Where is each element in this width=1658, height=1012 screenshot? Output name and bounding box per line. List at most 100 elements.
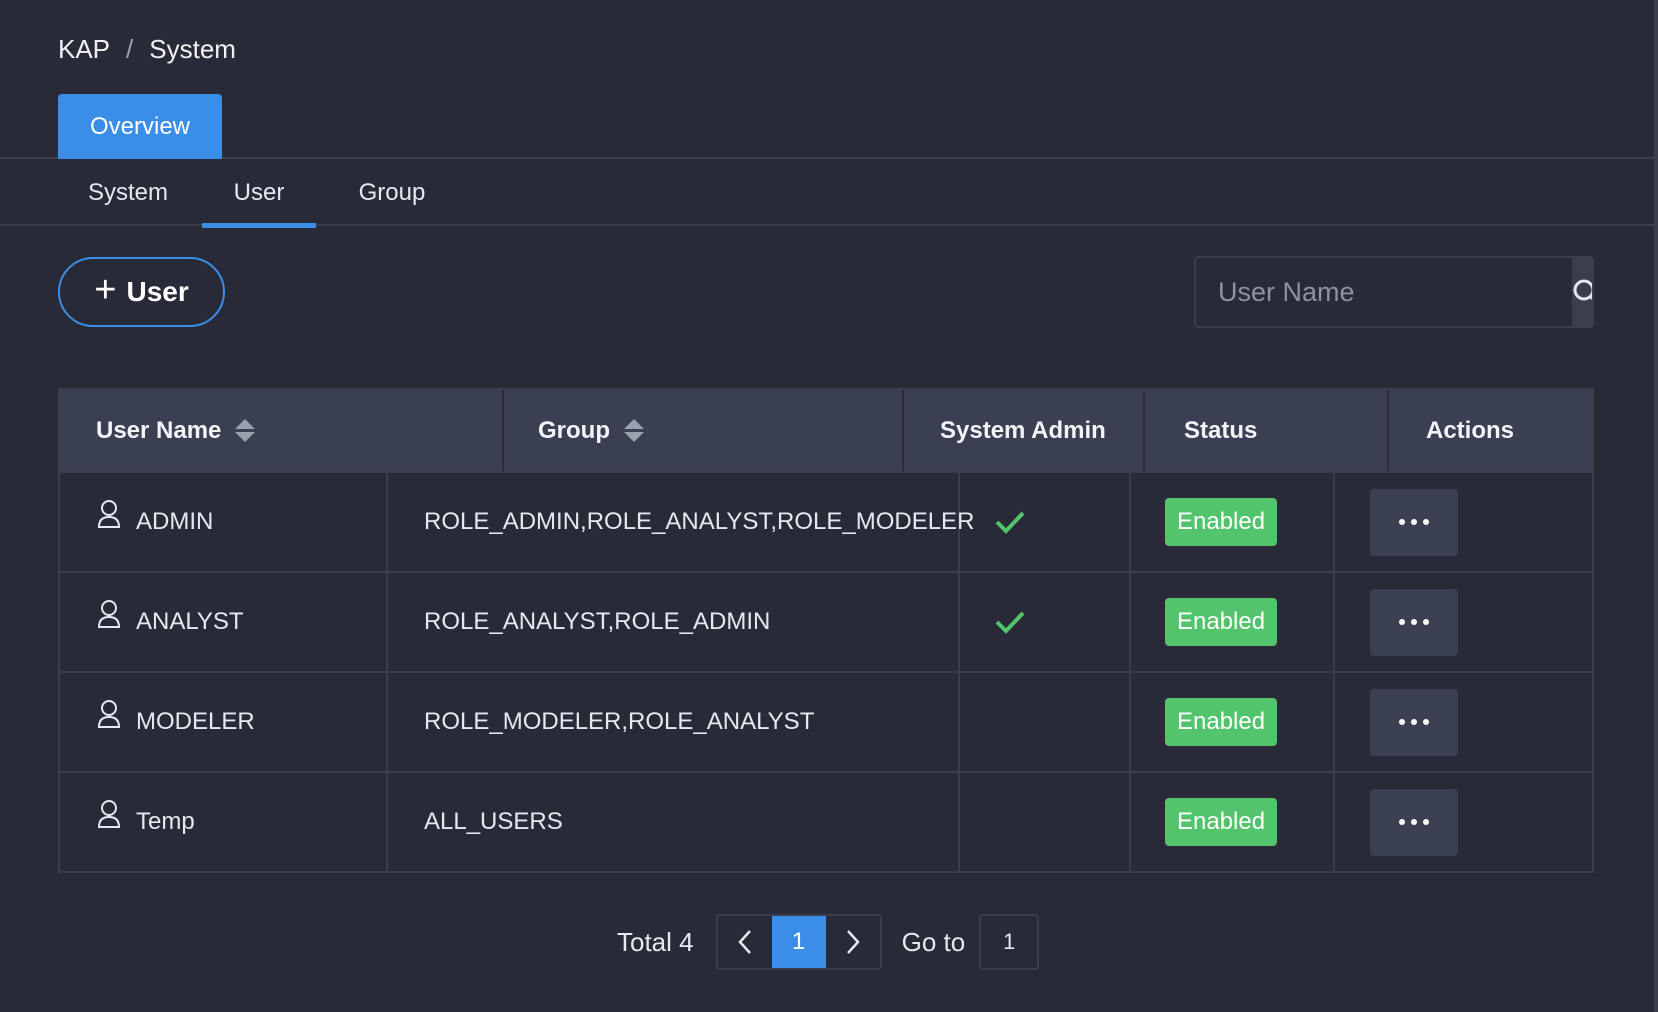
cell-actions xyxy=(1370,673,1458,771)
more-actions-button[interactable] xyxy=(1370,588,1458,656)
cell-divider xyxy=(386,573,388,671)
header-actions: Actions xyxy=(1426,416,1515,444)
cell-divider xyxy=(958,673,960,771)
cell-actions xyxy=(1370,773,1458,871)
cell-status: Enabled xyxy=(1165,673,1278,771)
table-row: Temp ALL_USERS Enabled xyxy=(60,771,1592,871)
dot-icon xyxy=(1399,619,1405,625)
cell-user-name: ANALYST xyxy=(96,573,244,671)
search-input[interactable] xyxy=(1196,258,1572,326)
cell-divider xyxy=(1129,673,1131,771)
tab-overview[interactable]: Overview xyxy=(58,94,222,159)
cell-status: Enabled xyxy=(1165,773,1278,871)
header-group[interactable]: Group xyxy=(538,390,644,471)
cell-divider xyxy=(1129,473,1131,571)
header-user-name-label: User Name xyxy=(96,416,222,444)
table-body: ADMIN ROLE_ADMIN,ROLE_ANALYST,ROLE_MODEL… xyxy=(60,471,1592,871)
add-user-label: User xyxy=(126,276,189,307)
cell-divider xyxy=(958,773,960,871)
header-divider xyxy=(1387,390,1389,471)
cell-status: Enabled xyxy=(1165,473,1278,571)
header-divider xyxy=(1143,390,1145,471)
cell-divider xyxy=(386,673,388,771)
goto-label: Go to xyxy=(901,926,966,957)
more-actions-button[interactable] xyxy=(1370,488,1458,556)
user-name-text[interactable]: ADMIN xyxy=(136,508,213,536)
chevron-left-icon xyxy=(737,930,751,954)
cell-actions xyxy=(1370,573,1458,671)
pager: 1 xyxy=(715,914,882,970)
search-icon xyxy=(1573,279,1592,301)
dot-icon xyxy=(1411,819,1417,825)
tab-user[interactable]: User xyxy=(202,159,316,228)
dot-icon xyxy=(1399,519,1405,525)
cell-groups: ROLE_MODELER,ROLE_ANALYST xyxy=(424,708,815,735)
cell-user-name: MODELER xyxy=(96,673,255,771)
next-page-button[interactable] xyxy=(826,916,880,968)
dot-icon xyxy=(1399,819,1405,825)
sub-tab-bar: System User Group xyxy=(0,159,1658,228)
goto-page-input[interactable] xyxy=(979,914,1040,970)
user-icon xyxy=(97,500,121,528)
status-badge: Enabled xyxy=(1165,698,1278,746)
check-icon xyxy=(995,611,1025,634)
cell-system-admin xyxy=(994,473,1026,571)
header-divider xyxy=(502,390,504,471)
header-user-name[interactable]: User Name xyxy=(96,390,256,471)
cell-user-name: ADMIN xyxy=(96,473,213,571)
prev-page-button[interactable] xyxy=(718,916,772,968)
sort-icon[interactable] xyxy=(624,419,644,442)
header-status: Status xyxy=(1184,416,1258,444)
user-icon xyxy=(97,800,121,828)
more-actions-button[interactable] xyxy=(1370,788,1458,856)
cell-divider xyxy=(1129,773,1131,871)
dot-icon xyxy=(1399,719,1405,725)
cell-groups: ROLE_ADMIN,ROLE_ANALYST,ROLE_MODELER xyxy=(424,508,975,535)
user-name-text[interactable]: Temp xyxy=(136,808,195,836)
user-icon xyxy=(97,700,121,728)
dot-icon xyxy=(1411,519,1417,525)
header-group-label: Group xyxy=(538,416,610,444)
chevron-right-icon xyxy=(846,930,860,954)
user-name-text[interactable]: ANALYST xyxy=(136,608,244,636)
plus-icon: + xyxy=(94,269,117,311)
search-button[interactable] xyxy=(1572,258,1592,326)
header-system-admin: System Admin xyxy=(940,416,1106,444)
pagination: Total 4 1 Go to xyxy=(617,914,1040,970)
dot-icon xyxy=(1423,719,1429,725)
cell-divider xyxy=(958,573,960,671)
header-divider xyxy=(902,390,904,471)
top-tab-bar: Overview xyxy=(0,94,1658,159)
status-badge: Enabled xyxy=(1165,798,1278,846)
add-user-button[interactable]: + User xyxy=(58,257,225,327)
search-box xyxy=(1194,256,1594,328)
cell-divider xyxy=(1333,573,1335,671)
breadcrumb: KAP / System xyxy=(58,34,236,65)
cell-status: Enabled xyxy=(1165,573,1278,671)
more-actions-button[interactable] xyxy=(1370,688,1458,756)
table-row: ANALYST ROLE_ANALYST,ROLE_ADMIN Enabled xyxy=(60,571,1592,671)
dot-icon xyxy=(1423,519,1429,525)
user-icon xyxy=(97,600,121,628)
tab-system[interactable]: System xyxy=(58,159,198,226)
cell-groups: ROLE_ANALYST,ROLE_ADMIN xyxy=(424,608,771,635)
cell-divider xyxy=(386,473,388,571)
cell-divider xyxy=(1333,473,1335,571)
user-name-text[interactable]: MODELER xyxy=(136,708,255,736)
check-icon xyxy=(995,511,1025,534)
page-1-button[interactable]: 1 xyxy=(771,916,826,968)
sort-icon[interactable] xyxy=(235,419,256,442)
table-header: User Name Group System Admin Status Acti… xyxy=(60,390,1592,471)
dot-icon xyxy=(1411,719,1417,725)
cell-divider xyxy=(386,773,388,871)
dot-icon xyxy=(1423,619,1429,625)
users-table: User Name Group System Admin Status Acti… xyxy=(58,388,1594,873)
total-count: Total 4 xyxy=(617,926,694,957)
cell-user-name: Temp xyxy=(96,773,195,871)
cell-divider xyxy=(1129,573,1131,671)
dot-icon xyxy=(1423,819,1429,825)
breadcrumb-root[interactable]: KAP xyxy=(58,34,110,65)
cell-actions xyxy=(1370,473,1458,571)
table-row: MODELER ROLE_MODELER,ROLE_ANALYST Enable… xyxy=(60,671,1592,771)
tab-group[interactable]: Group xyxy=(330,159,454,226)
